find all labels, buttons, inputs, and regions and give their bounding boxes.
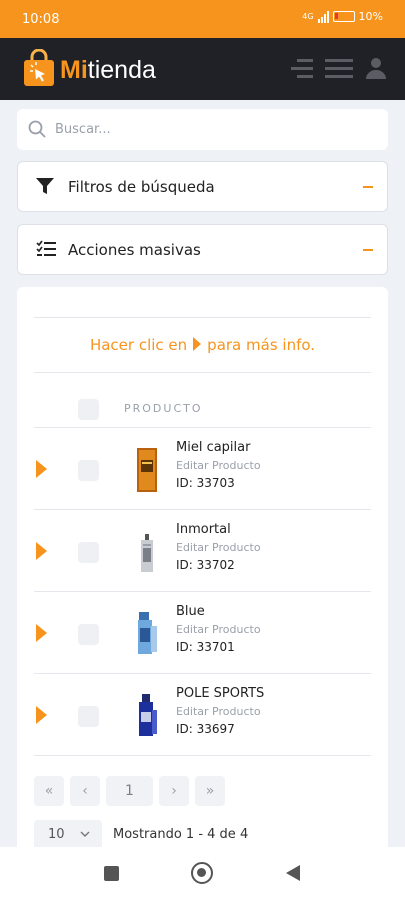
battery-icon (332, 11, 355, 22)
per-page-select[interactable]: 10 (34, 820, 102, 850)
signal-icon (317, 10, 329, 23)
collapse-minus-icon[interactable] (363, 186, 373, 188)
edit-product-link[interactable]: Editar Producto (176, 705, 261, 718)
product-list-card: Hacer clic en para más info. PRODUCTO Mie… (17, 287, 388, 855)
checklist-icon (36, 240, 56, 256)
prev-page-button[interactable]: ‹ (70, 776, 100, 806)
bulk-actions-panel-header[interactable]: Acciones masivas (17, 224, 388, 275)
brand-rest: tienda (87, 56, 156, 84)
android-nav-bar (0, 847, 405, 900)
status-time: 10:08 (22, 12, 60, 27)
network-label: 4G (302, 11, 314, 21)
info-hint: Hacer clic en para más info. (34, 317, 371, 373)
product-thumbnail[interactable] (130, 446, 164, 494)
user-account-icon[interactable] (365, 57, 387, 79)
search-input[interactable] (55, 117, 375, 141)
expand-row-icon[interactable] (36, 624, 47, 642)
column-header-product: PRODUCTO (124, 402, 203, 415)
table-row: Blue Editar Producto ID: 33701 (34, 592, 371, 674)
row-checkbox[interactable] (78, 706, 99, 727)
row-checkbox[interactable] (78, 542, 99, 563)
home-icon[interactable] (191, 862, 213, 884)
search-bar (17, 109, 388, 150)
bulk-actions-panel-label: Acciones masivas (68, 241, 201, 259)
expand-arrow-icon (193, 337, 202, 351)
product-name: Miel capilar (176, 440, 251, 455)
back-icon[interactable] (286, 865, 300, 881)
row-checkbox[interactable] (78, 624, 99, 645)
pagination: « ‹ 1 › » (34, 776, 225, 806)
info-hint-text: Hacer clic en para más info. (34, 336, 371, 354)
table-row: POLE SPORTS Editar Producto ID: 33697 (34, 674, 371, 756)
shopping-bag-logo-icon (24, 49, 54, 86)
expand-row-icon[interactable] (36, 706, 47, 724)
page-number-button[interactable]: 1 (106, 776, 153, 806)
header-actions (287, 57, 387, 79)
chevron-down-icon (80, 831, 90, 837)
product-id: ID: 33702 (176, 558, 235, 572)
edit-product-link[interactable]: Editar Producto (176, 541, 261, 554)
first-page-button[interactable]: « (34, 776, 64, 806)
per-page-value: 10 (48, 827, 65, 842)
product-thumbnail[interactable] (130, 692, 164, 740)
hint-text-before: Hacer clic en (89, 336, 188, 354)
last-page-button[interactable]: » (195, 776, 225, 806)
brand-name[interactable]: Mitienda (60, 56, 156, 85)
search-icon (28, 120, 46, 138)
collapse-minus-icon[interactable] (363, 249, 373, 251)
table-header: PRODUCTO (34, 373, 371, 428)
filters-panel-label: Filtros de búsqueda (68, 178, 215, 196)
table-row: Miel capilar Editar Producto ID: 33703 (34, 428, 371, 510)
product-name: Blue (176, 604, 205, 619)
row-checkbox[interactable] (78, 460, 99, 481)
next-page-button[interactable]: › (159, 776, 189, 806)
select-all-checkbox[interactable] (78, 399, 99, 420)
filters-panel-header[interactable]: Filtros de búsqueda (17, 161, 388, 212)
brand-highlight: Mi (60, 56, 88, 84)
menu-collapse-icon[interactable] (287, 57, 313, 79)
product-id: ID: 33697 (176, 722, 235, 736)
edit-product-link[interactable]: Editar Producto (176, 459, 261, 472)
hint-text-after: para más info. (207, 336, 316, 354)
expand-row-icon[interactable] (36, 542, 47, 560)
recent-apps-icon[interactable] (104, 866, 119, 881)
status-bar: 10:08 4G 10% (0, 0, 405, 38)
product-thumbnail[interactable] (130, 610, 164, 658)
product-name: Inmortal (176, 522, 231, 537)
status-icons: 4G 10% (302, 10, 383, 23)
product-id: ID: 33701 (176, 640, 235, 654)
records-count-text: Mostrando 1 - 4 de 4 (113, 827, 249, 842)
product-thumbnail[interactable] (130, 528, 164, 576)
hamburger-menu-icon[interactable] (325, 57, 353, 79)
product-name: POLE SPORTS (176, 686, 265, 701)
product-id: ID: 33703 (176, 476, 235, 490)
battery-level: 10% (358, 10, 383, 23)
edit-product-link[interactable]: Editar Producto (176, 623, 261, 636)
expand-row-icon[interactable] (36, 460, 47, 478)
app-header: Mitienda (0, 38, 405, 100)
funnel-icon (36, 178, 54, 194)
table-row: Inmortal Editar Producto ID: 33702 (34, 510, 371, 592)
